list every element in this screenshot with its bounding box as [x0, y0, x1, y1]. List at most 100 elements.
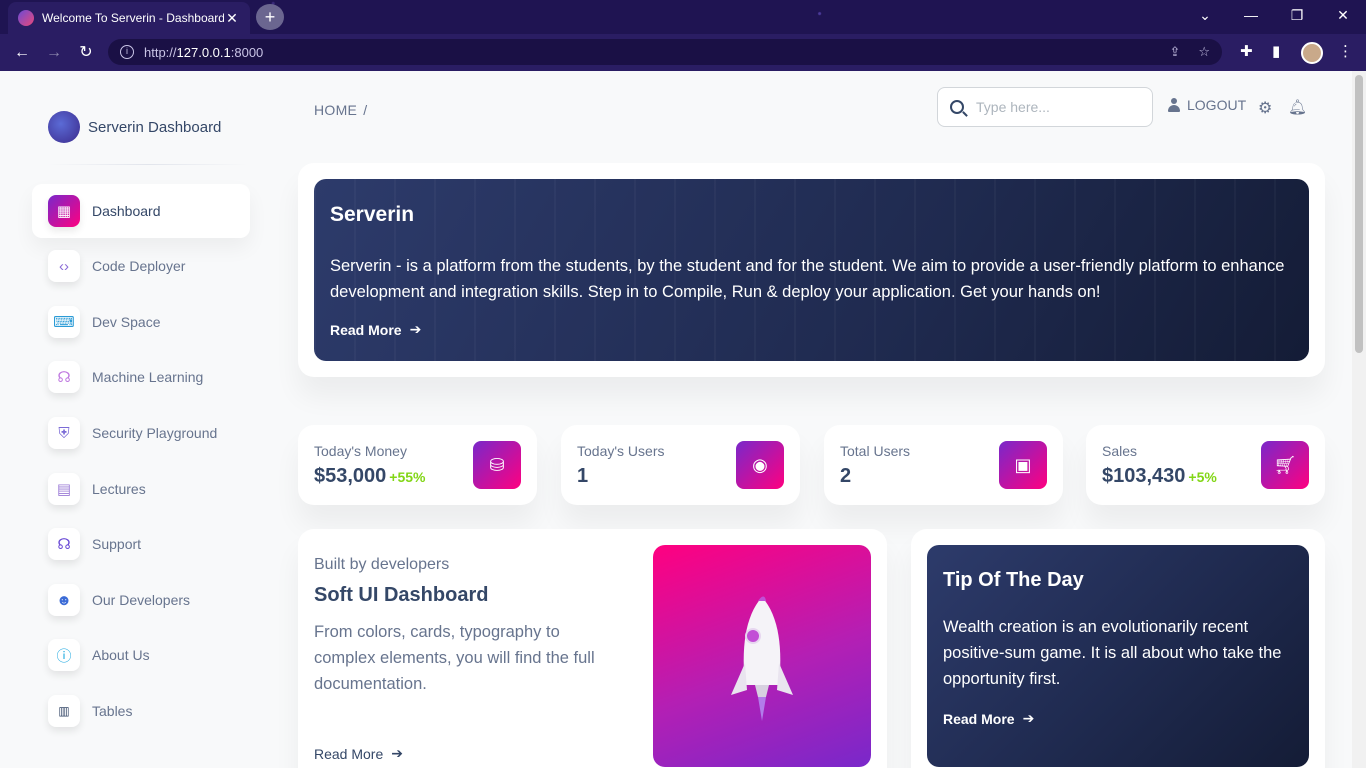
card-pretitle: Built by developers — [314, 556, 450, 573]
hero-text: Serverin - is a platform from the studen… — [330, 257, 1285, 301]
devspace-icon: ⌨ — [48, 306, 80, 338]
reload-icon[interactable]: ↻ — [74, 41, 98, 65]
sidebar-item-our-developers[interactable]: ☻ Our Developers — [32, 573, 250, 627]
brain-icon: ☊ — [48, 361, 80, 393]
address-bar: ← → ↻ i http://127.0.0.1:8000 ⇪ ☆ ✚ ▮ ⋮ — [0, 34, 1366, 71]
back-icon[interactable]: ← — [10, 41, 34, 65]
side-panel-icon[interactable]: ▮ — [1272, 42, 1280, 60]
minimize-icon[interactable]: — — [1228, 0, 1274, 30]
tip-text: Wealth creation is an evolutionarily rec… — [943, 618, 1282, 688]
site-info-icon[interactable]: i — [120, 45, 134, 59]
hero-banner: Serverin Serverin - is a platform from t… — [314, 179, 1309, 361]
sidebar-item-dashboard[interactable]: ▦ Dashboard — [32, 184, 250, 238]
breadcrumb-separator: / — [363, 102, 368, 118]
sidebar-item-label: About Us — [92, 647, 150, 663]
sidebar-item-label: Code Deployer — [92, 258, 186, 274]
url-text: http://127.0.0.1:8000 — [144, 44, 264, 60]
gear-icon[interactable]: ⚙ — [1258, 98, 1272, 118]
page-viewport: Serverin Dashboard ▦ Dashboard ‹› Code D… — [0, 71, 1352, 768]
forward-icon[interactable]: → — [42, 41, 66, 65]
sidebar-item-code-deployer[interactable]: ‹› Code Deployer — [32, 239, 250, 293]
stat-card-sales: Sales $103,430 +5% 🛒︎ — [1086, 425, 1325, 505]
sidebar-item-dev-space[interactable]: ⌨ Dev Space — [32, 295, 250, 349]
tab-title: Welcome To Serverin - Dashboard — [42, 11, 224, 25]
page-scrollbar[interactable] — [1352, 71, 1366, 768]
sidebar-item-label: Dev Space — [92, 314, 161, 330]
lectures-icon: ▤ — [48, 473, 80, 505]
bell-icon[interactable]: 🔔︎ — [1288, 98, 1307, 116]
arrow-right-icon: ➔ — [409, 321, 422, 337]
hero-read-more-link[interactable]: Read More ➔ — [330, 321, 421, 338]
scrollbar-thumb[interactable] — [1355, 75, 1363, 353]
browser-titlebar: Welcome To Serverin - Dashboard ✕ + ⌄ — … — [0, 0, 1366, 34]
sidebar-brand[interactable]: Serverin Dashboard — [48, 111, 221, 143]
users-icon: ▣ — [999, 441, 1047, 489]
new-tab-button[interactable]: + — [256, 4, 284, 30]
code-icon: ‹› — [48, 250, 80, 282]
stat-change: +5% — [1188, 469, 1217, 485]
stat-card-today-users: Today's Users 1 ◉ — [561, 425, 800, 505]
share-icon[interactable]: ⇪ — [1169, 44, 1180, 60]
sidebar-item-about-us[interactable]: ⓘ About Us — [32, 628, 250, 682]
stat-card-total-users: Total Users 2 ▣ — [824, 425, 1063, 505]
browser-tab[interactable]: Welcome To Serverin - Dashboard ✕ — [8, 2, 250, 34]
window-controls: ⌄ — ❐ ✕ — [1182, 0, 1366, 30]
browser-menu-icon[interactable]: ⋮ — [1338, 42, 1353, 60]
hero-title: Serverin — [330, 203, 415, 226]
brand-name: Serverin Dashboard — [88, 118, 222, 136]
search-icon — [950, 100, 964, 114]
user-icon — [1168, 98, 1180, 112]
tab-close-icon[interactable]: ✕ — [224, 10, 240, 27]
arrow-right-icon: ➔ — [1022, 710, 1035, 726]
sidebar-item-label: Lectures — [92, 481, 146, 497]
tip-read-more-link[interactable]: Read More ➔ — [943, 710, 1034, 727]
sidebar-divider — [48, 164, 248, 165]
stat-change: +55% — [389, 469, 426, 485]
arrow-right-icon: ➔ — [391, 745, 403, 761]
headset-icon: ☊ — [48, 528, 80, 560]
restore-icon[interactable]: ❐ — [1274, 0, 1320, 30]
card-title: Soft UI Dashboard — [314, 584, 489, 606]
sidebar-item-label: Support — [92, 536, 142, 552]
logout-label: LOGOUT — [1187, 97, 1247, 113]
sidebar-item-label: Security Playground — [92, 425, 218, 441]
profile-avatar[interactable] — [1301, 42, 1323, 64]
breadcrumb-home[interactable]: HOME — [314, 102, 357, 118]
search-input[interactable] — [976, 99, 1136, 115]
sidebar-item-support[interactable]: ☊ Support — [32, 517, 250, 571]
sidebar-item-label: Tables — [92, 703, 133, 719]
logout-button[interactable]: LOGOUT — [1168, 97, 1246, 113]
extensions-icon[interactable]: ✚ — [1240, 42, 1253, 60]
tip-card: Tip Of The Day Wealth creation is an evo… — [911, 529, 1325, 768]
sidebar-item-tables[interactable]: ▥ Tables — [32, 684, 250, 738]
sidebar-item-security-playground[interactable]: ⛨ Security Playground — [32, 406, 250, 460]
breadcrumb: HOME / — [314, 102, 367, 118]
url-field[interactable]: i http://127.0.0.1:8000 ⇪ ☆ — [108, 39, 1222, 65]
sidebar-item-machine-learning[interactable]: ☊ Machine Learning — [32, 350, 250, 404]
cart-icon: 🛒︎ — [1261, 441, 1309, 489]
sidebar-item-lectures[interactable]: ▤ Lectures — [32, 462, 250, 516]
stat-card-money: Today's Money $53,000 +55% ⛁ — [298, 425, 537, 505]
favicon-icon — [18, 10, 34, 26]
hero-card: Serverin Serverin - is a platform from t… — [298, 163, 1325, 377]
soft-ui-card: Built by developers Soft UI Dashboard Fr… — [298, 529, 887, 768]
search-box — [937, 87, 1153, 127]
tip-title: Tip Of The Day — [943, 569, 1084, 591]
globe-icon: ◉ — [736, 441, 784, 489]
rocket-illustration — [653, 545, 871, 767]
sidebar-item-label: Machine Learning — [92, 369, 204, 385]
close-window-icon[interactable]: ✕ — [1320, 0, 1366, 30]
card-description: From colors, cards, typography to comple… — [314, 623, 595, 693]
dashboard-icon: ▦ — [48, 195, 80, 227]
sidebar-item-label: Dashboard — [92, 203, 161, 219]
info-icon: ⓘ — [48, 639, 80, 671]
brand-logo-icon — [48, 111, 80, 143]
bookmark-star-icon[interactable]: ☆ — [1198, 44, 1210, 60]
tab-search-icon[interactable]: ⌄ — [1182, 0, 1228, 30]
rocket-icon — [731, 596, 793, 721]
card-read-more-link[interactable]: Read More ➔ — [314, 745, 403, 762]
shield-icon: ⛨ — [48, 417, 80, 449]
tip-banner: Tip Of The Day Wealth creation is an evo… — [927, 545, 1309, 767]
table-icon: ▥ — [48, 695, 80, 727]
sidebar-item-label: Our Developers — [92, 592, 191, 608]
